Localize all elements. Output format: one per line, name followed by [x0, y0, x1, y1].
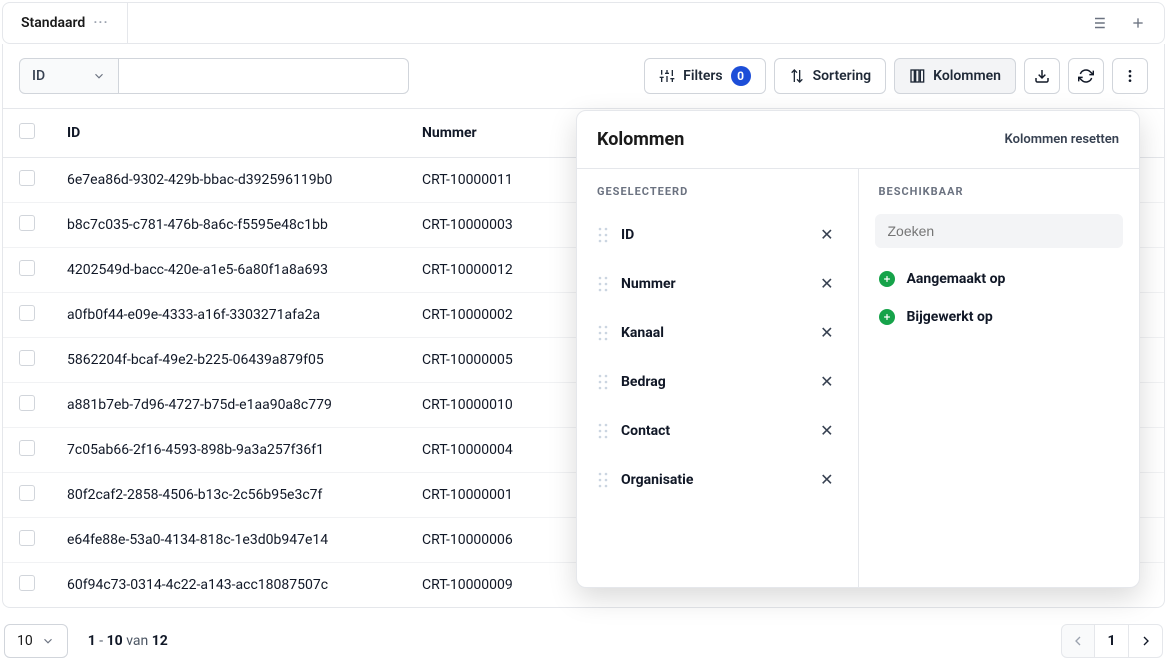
available-columns-panel: BESCHIKBAAR Aangemaakt op Bijgewerkt op — [859, 169, 1140, 587]
download-icon — [1034, 68, 1050, 84]
more-vertical-icon — [1122, 68, 1138, 84]
view-tab-standaard[interactable]: Standaard ··· — [3, 3, 128, 43]
filters-button[interactable]: Filters 0 — [644, 58, 765, 94]
view-tab-more-icon[interactable]: ··· — [93, 15, 108, 31]
popover-title: Kolommen — [597, 129, 684, 150]
chevron-down-icon — [41, 634, 55, 648]
column-label: Organisatie — [621, 472, 693, 488]
page-size-value: 10 — [17, 633, 33, 649]
available-column-label: Bijgewerkt op — [907, 309, 993, 325]
selected-column-item[interactable]: Bedrag ✕ — [577, 357, 858, 406]
row-checkbox[interactable] — [19, 485, 35, 501]
reset-columns-button[interactable]: Kolommen resetten — [1005, 132, 1119, 147]
more-actions-button[interactable] — [1112, 58, 1148, 94]
selected-column-item[interactable]: Contact ✕ — [577, 406, 858, 455]
cell-id: b8c7c035-c781-476b-8a6c-f5595e48c1bb — [51, 203, 406, 248]
selected-column-item[interactable]: Nummer ✕ — [577, 259, 858, 308]
chevron-down-icon — [92, 69, 106, 83]
list-view-icon[interactable] — [1080, 5, 1116, 41]
available-header: BESCHIKBAAR — [859, 169, 1140, 210]
page-size-select[interactable]: 10 — [4, 624, 68, 658]
column-label: ID — [621, 227, 634, 243]
search-available-input[interactable] — [886, 222, 1113, 240]
filter-field-select[interactable]: ID — [19, 58, 119, 94]
drag-handle-icon[interactable] — [597, 325, 609, 341]
available-column-item[interactable]: Aangemaakt op — [859, 260, 1140, 298]
views-bar: Standaard ··· — [2, 2, 1165, 44]
selected-columns-panel: GESELECTEERD ID ✕ Nummer ✕ — [577, 169, 859, 587]
sort-button[interactable]: Sortering — [774, 58, 887, 94]
columns-icon — [909, 68, 925, 84]
drag-handle-icon[interactable] — [597, 423, 609, 439]
remove-column-icon[interactable]: ✕ — [816, 319, 837, 346]
selected-header: GESELECTEERD — [577, 169, 858, 210]
sliders-icon — [659, 68, 675, 84]
column-label: Nummer — [621, 276, 676, 292]
filter-field-label: ID — [32, 68, 45, 84]
add-view-icon[interactable] — [1120, 5, 1156, 41]
cell-id: a0fb0f44-e09e-4333-a16f-3303271afa2a — [51, 293, 406, 338]
prev-page-button[interactable] — [1061, 624, 1095, 658]
columns-popover: Kolommen Kolommen resetten GESELECTEERD … — [576, 110, 1140, 588]
selected-column-item[interactable]: ID ✕ — [577, 210, 858, 259]
cell-id: 4202549d-bacc-420e-a1e5-6a80f1a8a693 — [51, 248, 406, 293]
row-checkbox[interactable] — [19, 305, 35, 321]
remove-column-icon[interactable]: ✕ — [816, 221, 837, 248]
cell-id: 60f94c73-0314-4c22-a143-acc18087507c — [51, 563, 406, 608]
pagination-summary: 1 - 10 van 12 — [88, 633, 168, 649]
row-checkbox[interactable] — [19, 350, 35, 366]
page-number-button[interactable]: 1 — [1095, 624, 1129, 658]
chevron-right-icon — [1138, 633, 1154, 649]
column-label: Kanaal — [621, 325, 664, 341]
available-column-label: Aangemaakt op — [907, 271, 1006, 287]
selected-column-item[interactable]: Organisatie ✕ — [577, 455, 858, 504]
download-button[interactable] — [1024, 58, 1060, 94]
sort-icon — [789, 68, 805, 84]
drag-handle-icon[interactable] — [597, 374, 609, 390]
drag-handle-icon[interactable] — [597, 227, 609, 243]
filter-value-input[interactable] — [119, 58, 409, 94]
row-checkbox[interactable] — [19, 170, 35, 186]
plus-circle-icon — [879, 309, 895, 325]
refresh-icon — [1078, 68, 1094, 84]
available-column-item[interactable]: Bijgewerkt op — [859, 298, 1140, 336]
plus-circle-icon — [879, 271, 895, 287]
table-footer: 10 1 - 10 van 12 1 — [0, 608, 1167, 658]
search-available-wrapper — [875, 214, 1124, 248]
row-checkbox[interactable] — [19, 530, 35, 546]
columns-button[interactable]: Kolommen — [894, 58, 1016, 94]
pager: 1 — [1061, 624, 1163, 658]
cell-id: 80f2caf2-2858-4506-b13c-2c56b95e3c7f — [51, 473, 406, 518]
view-tab-label: Standaard — [21, 15, 85, 31]
filters-count-badge: 0 — [731, 66, 751, 86]
remove-column-icon[interactable]: ✕ — [816, 466, 837, 493]
cell-id: 7c05ab66-2f16-4593-898b-9a3a257f36f1 — [51, 428, 406, 473]
row-checkbox[interactable] — [19, 260, 35, 276]
cell-id: 6e7ea86d-9302-429b-bbac-d392596119b0 — [51, 158, 406, 203]
row-checkbox[interactable] — [19, 395, 35, 411]
columns-label: Kolommen — [933, 68, 1001, 84]
row-checkbox[interactable] — [19, 575, 35, 591]
row-checkbox[interactable] — [19, 215, 35, 231]
remove-column-icon[interactable]: ✕ — [816, 417, 837, 444]
selected-column-item[interactable]: Kanaal ✕ — [577, 308, 858, 357]
chevron-left-icon — [1070, 633, 1086, 649]
refresh-button[interactable] — [1068, 58, 1104, 94]
remove-column-icon[interactable]: ✕ — [816, 270, 837, 297]
column-header-id[interactable]: ID — [51, 109, 406, 158]
drag-handle-icon[interactable] — [597, 276, 609, 292]
sort-label: Sortering — [813, 68, 872, 84]
select-all-checkbox[interactable] — [19, 123, 35, 139]
column-label: Contact — [621, 423, 670, 439]
cell-id: e64fe88e-53a0-4134-818c-1e3d0b947e14 — [51, 518, 406, 563]
toolbar: ID Filters 0 Sortering Kolommen — [2, 44, 1165, 108]
filters-label: Filters — [683, 68, 722, 84]
row-checkbox[interactable] — [19, 440, 35, 456]
cell-id: a881b7eb-7d96-4727-b75d-e1aa90a8c779 — [51, 383, 406, 428]
remove-column-icon[interactable]: ✕ — [816, 368, 837, 395]
cell-id: 5862204f-bcaf-49e2-b225-06439a879f05 — [51, 338, 406, 383]
column-label: Bedrag — [621, 374, 666, 390]
next-page-button[interactable] — [1129, 624, 1163, 658]
drag-handle-icon[interactable] — [597, 472, 609, 488]
